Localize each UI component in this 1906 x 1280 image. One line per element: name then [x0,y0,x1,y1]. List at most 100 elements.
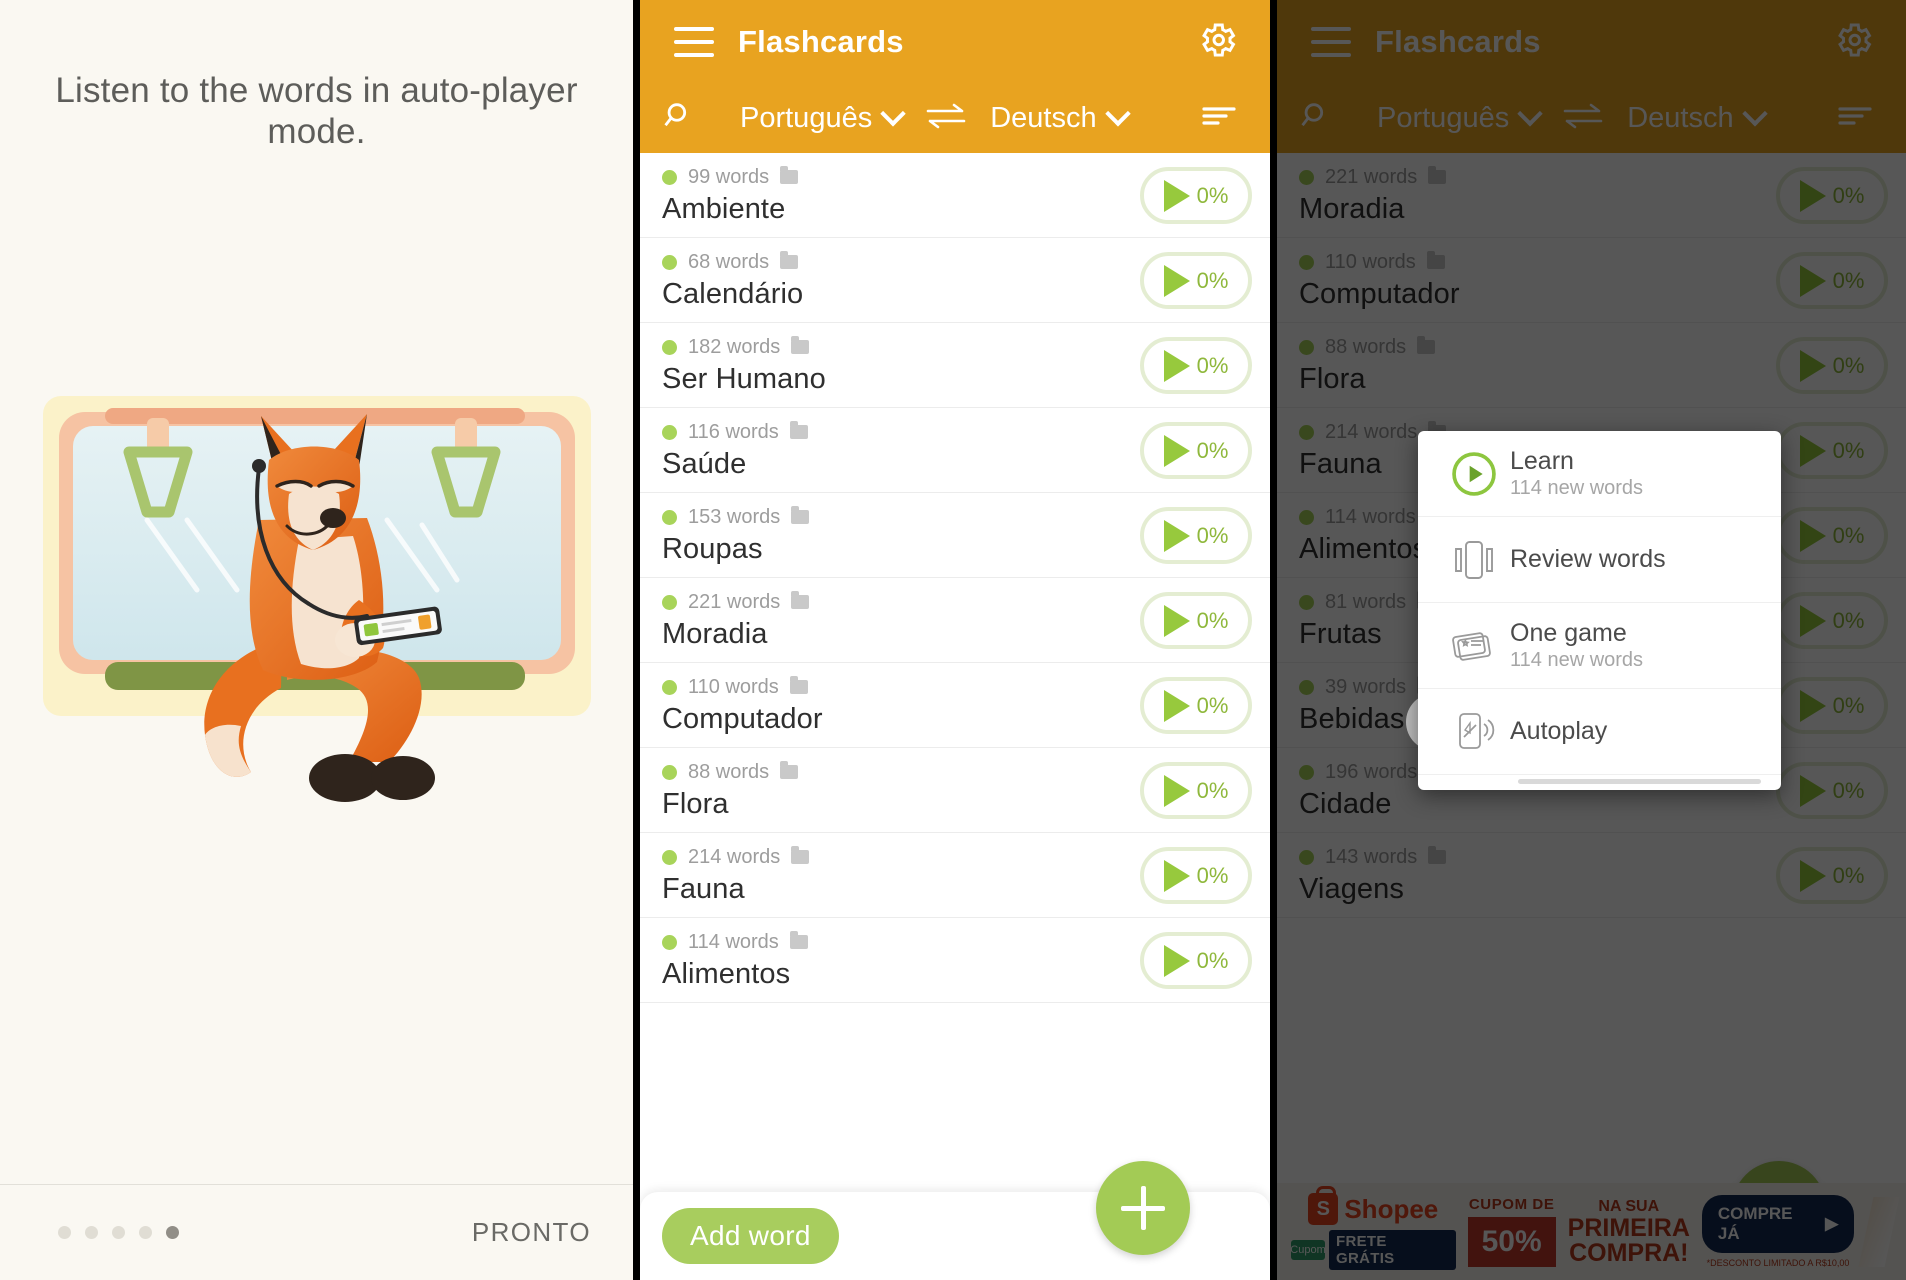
progress-percent: 0% [1196,607,1229,633]
progress-percent: 0% [1196,692,1229,718]
page-indicator-dots [36,1226,179,1239]
status-dot-icon [662,849,677,865]
popup-item-learn[interactable]: Learn 114 new words [1418,431,1781,517]
deck-row[interactable]: 114 wordsAlimentos0% [640,918,1270,1003]
folder-icon [791,591,810,609]
panel-divider [633,0,640,1280]
deck-row[interactable]: 153 words Roupas 0% [640,493,1270,578]
word-count-label: 153 words [688,505,781,528]
word-count-label: 116 words [688,420,779,443]
folder-icon [791,506,810,524]
status-dot-icon [662,679,677,695]
status-dot-icon [662,509,677,525]
game-cards-icon [1438,624,1510,668]
deck-row[interactable]: 68 words Calendário 0% [640,238,1270,323]
word-count-label: 88 words [688,760,770,783]
word-count-label: 214 words [688,845,781,868]
add-deck-fab[interactable] [1096,1161,1190,1255]
deck-play-button[interactable]: 0% [1140,167,1252,224]
deck-play-button[interactable]: 0% [1140,847,1252,904]
popup-item-text: Learn 114 new words [1510,447,1643,501]
word-count-label: 182 words [688,335,781,358]
popup-item-text: One game 114 new words [1510,619,1643,673]
play-icon [1163,774,1190,807]
progress-percent: 0% [1196,522,1229,548]
status-dot-icon [662,594,677,610]
done-button[interactable]: PRONTO [472,1217,597,1248]
folder-icon [789,931,808,949]
deck-row[interactable]: 221 wordsMoradia0% [640,578,1270,663]
popup-scroll-handle[interactable] [1518,779,1761,784]
screenshot-root: Listen to the words in auto-player mode. [0,0,1906,1280]
onboarding-message: Listen to the words in auto-player mode. [55,71,578,152]
word-count-label: 110 words [688,675,779,698]
source-language-selector[interactable]: Português [740,101,906,135]
page-dot-active[interactable] [166,1226,179,1239]
flashcards-list-with-menu-screen: Flashcards Português [1277,0,1906,1280]
deck-play-button[interactable]: 0% [1140,337,1252,394]
play-icon [1163,349,1190,382]
deck-row[interactable]: 214 wordsFauna0% [640,833,1270,918]
progress-percent: 0% [1196,437,1229,463]
popup-item-one-game[interactable]: One game 114 new words [1418,603,1781,689]
progress-percent: 0% [1196,352,1229,378]
deck-play-button[interactable]: 0% [1140,932,1252,989]
swap-languages-icon[interactable] [924,101,968,136]
hamburger-icon[interactable] [674,27,714,57]
page-dot[interactable] [85,1226,98,1239]
sort-icon[interactable] [1200,101,1238,136]
word-count-label: 221 words [688,590,781,613]
chevron-down-icon [880,101,906,127]
review-cards-icon [1438,537,1510,583]
target-language-selector[interactable]: Deutsch [990,101,1131,135]
deck-row[interactable]: 88 wordsFlora0% [640,748,1270,833]
status-dot-icon [662,424,677,440]
popup-item-autoplay[interactable]: Autoplay [1418,689,1781,775]
deck-play-button[interactable]: 0% [1140,762,1252,819]
page-title: Flashcards [738,24,904,59]
play-icon [1163,519,1190,552]
deck-play-button[interactable]: 0% [1140,422,1252,479]
folder-icon [780,761,799,779]
deck-row[interactable]: 110 wordsComputador0% [640,663,1270,748]
popup-item-sub: 114 new words [1510,477,1644,500]
play-icon [1163,689,1190,722]
deck-play-button[interactable]: 0% [1140,592,1252,649]
deck-row[interactable]: 182 words Ser Humano 0% [640,323,1270,408]
gear-icon[interactable] [1196,19,1238,66]
folder-icon [780,166,799,184]
app-bar: Flashcards Português [640,0,1270,153]
play-icon [1163,604,1190,637]
status-dot-icon [662,169,677,185]
deck-row[interactable]: 116 words Saúde 0% [640,408,1270,493]
fox-listening-music-illustration [37,390,597,810]
folder-icon [791,846,810,864]
folder-icon [780,251,799,269]
progress-percent: 0% [1196,267,1229,293]
page-dot[interactable] [139,1226,152,1239]
page-dot[interactable] [112,1226,125,1239]
progress-percent: 0% [1196,947,1229,973]
deck-action-popup[interactable]: Learn 114 new words Review words One gam… [1418,431,1781,790]
deck-row[interactable]: 99 words Ambiente 0% [640,153,1270,238]
status-dot-icon [662,764,677,780]
deck-play-button[interactable]: 0% [1140,677,1252,734]
popup-item-label: Review words [1510,545,1666,574]
deck-play-button[interactable]: 0% [1140,507,1252,564]
play-circle-icon [1438,448,1510,500]
popup-item-review-words[interactable]: Review words [1418,517,1781,603]
play-icon [1163,264,1190,297]
popup-item-label: Learn [1510,446,1574,475]
progress-percent: 0% [1196,777,1229,803]
play-icon [1163,434,1190,467]
folder-icon [791,336,810,354]
chevron-down-icon [1104,101,1131,127]
page-dot[interactable] [58,1226,71,1239]
deck-list[interactable]: 99 words Ambiente 0% 68 words Calendário 0% 18… [640,153,1270,1280]
onboarding-illustration-wrap [0,390,633,810]
search-icon[interactable] [662,99,696,138]
popup-item-label: One game [1510,618,1627,647]
deck-play-button[interactable]: 0% [1140,252,1252,309]
add-word-button[interactable]: Add word [662,1208,839,1264]
target-language-label: Deutsch [990,101,1097,134]
